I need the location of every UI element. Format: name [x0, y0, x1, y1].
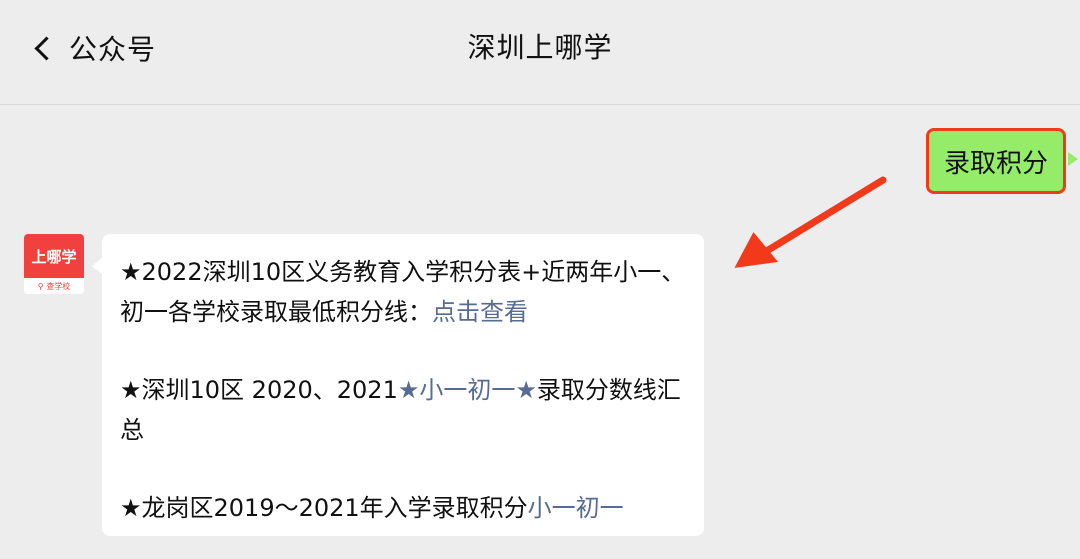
search-icon: ⚲ — [37, 281, 47, 291]
paragraph-text: ★龙岗区2019～2021年入学录取积分 — [120, 494, 528, 522]
message-paragraph: ★深圳10区 2020、2021★小一初一★录取分数线汇总 — [120, 370, 688, 450]
grade-link[interactable]: 小一初一 — [528, 494, 624, 522]
chat-header: 公众号 深圳上哪学 — [0, 0, 1080, 105]
sent-bubble[interactable]: 录取积分 — [926, 128, 1066, 194]
view-link[interactable]: 点击查看 — [432, 298, 528, 326]
grade-link[interactable]: ★小一初一★ — [398, 376, 537, 404]
sent-bubble-tail — [1068, 152, 1078, 166]
chat-screen: 公众号 深圳上哪学 录取积分 上哪学 ⚲ 查学校 ★2022深圳10区义务教育入… — [0, 0, 1080, 559]
avatar-brand: 上哪学 — [24, 234, 84, 278]
annotation-arrow-icon — [734, 176, 887, 268]
received-bubble: ★2022深圳10区义务教育入学积分表+近两年小一、初一各学校录取最低积分线：点… — [102, 234, 704, 536]
message-paragraph: ★龙岗区2019～2021年入学录取积分小一初一 — [120, 488, 688, 528]
received-bubble-tail — [92, 258, 102, 274]
chat-title: 深圳上哪学 — [467, 31, 613, 64]
message-paragraph: ★2022深圳10区义务教育入学积分表+近两年小一、初一各学校录取最低积分线：点… — [120, 252, 688, 332]
avatar[interactable]: 上哪学 ⚲ 查学校 — [24, 234, 84, 294]
avatar-subtitle: ⚲ 查学校 — [24, 278, 84, 294]
paragraph-text: ★2022深圳10区义务教育入学积分表+近两年小一、初一各学校录取最低积分线： — [120, 258, 686, 326]
paragraph-text: ★深圳10区 2020、2021 — [120, 376, 398, 404]
